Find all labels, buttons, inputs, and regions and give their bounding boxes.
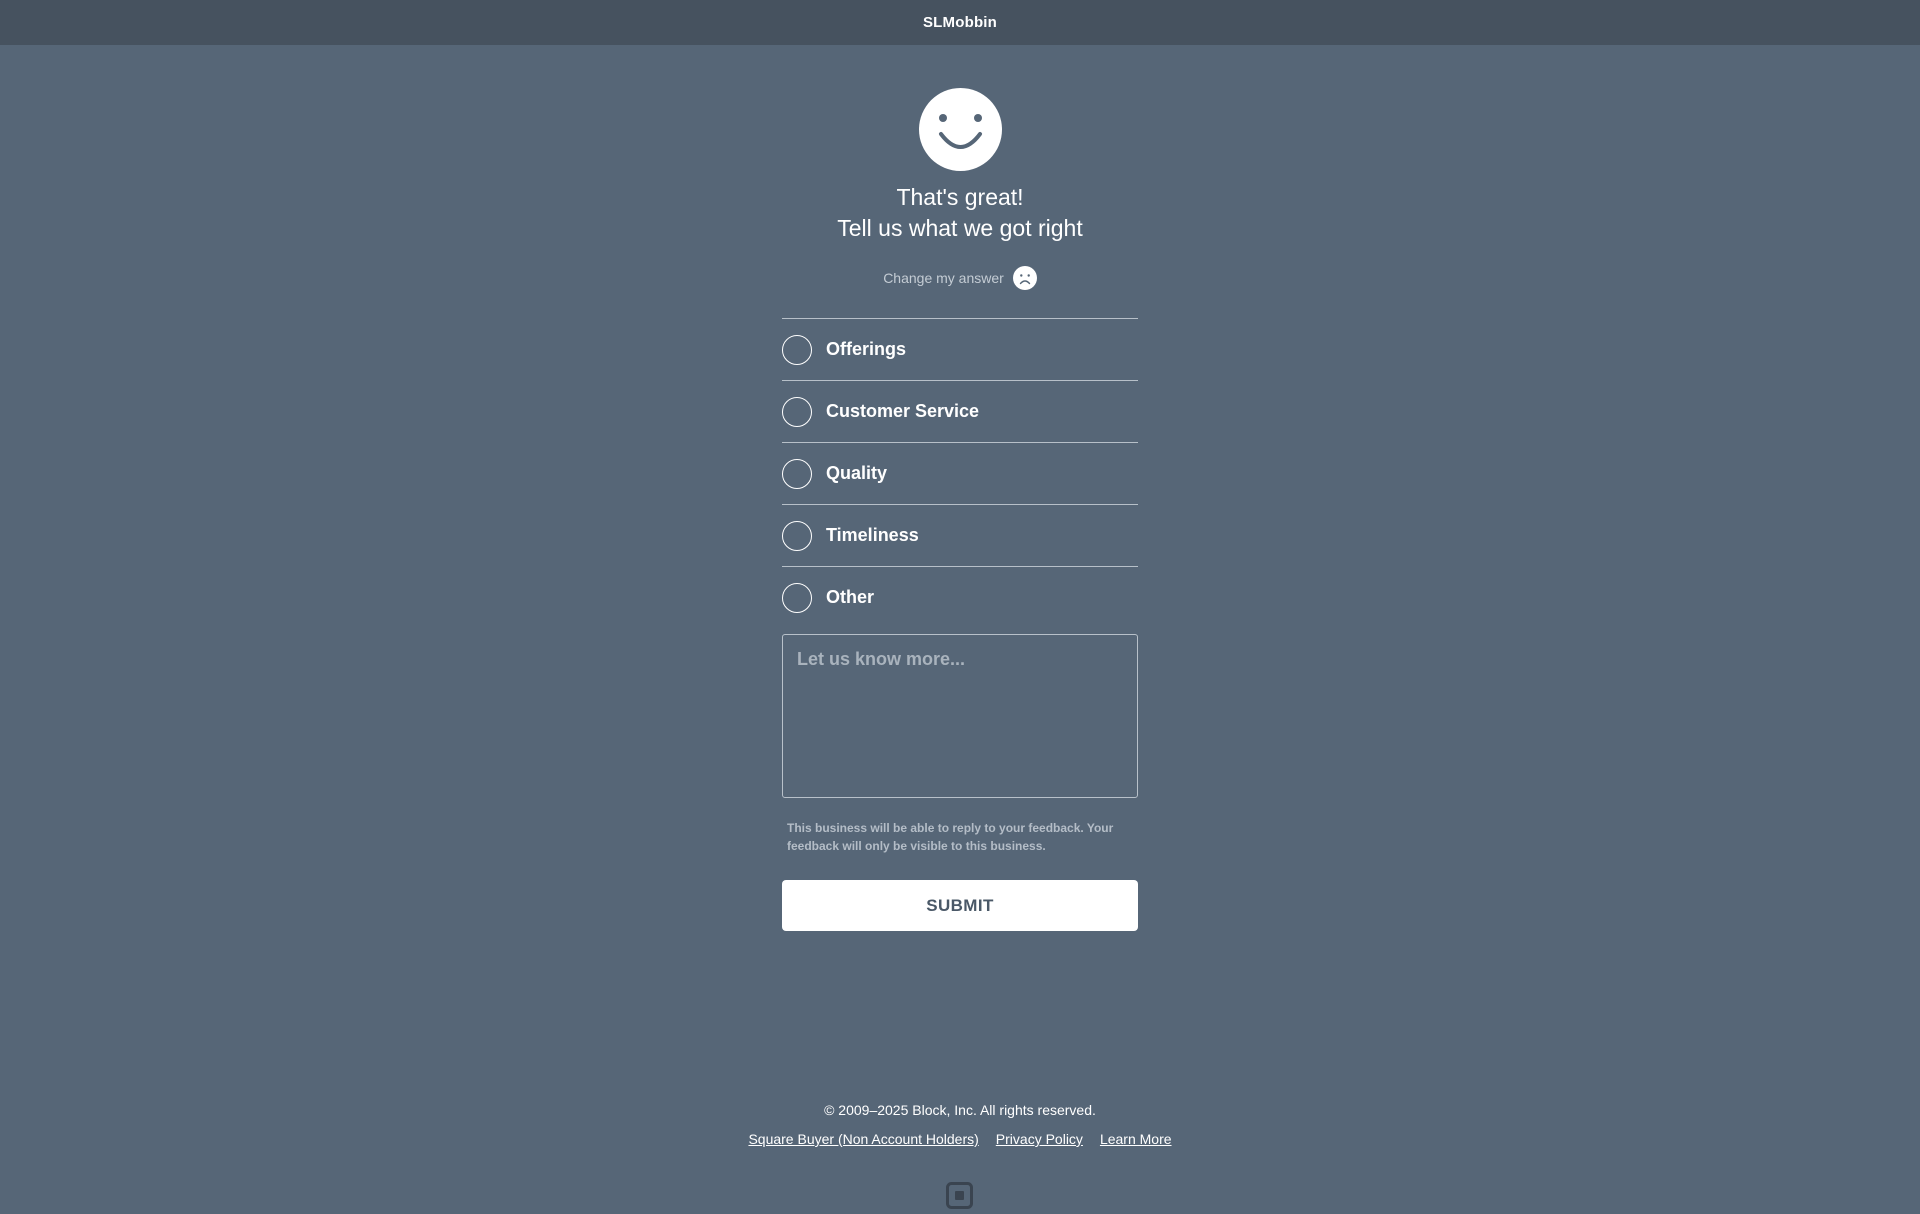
option-label: Offerings [826,339,907,359]
radio-button[interactable] [782,458,812,489]
option-label: Customer Service [826,401,980,421]
footer-links: Square Buyer (Non Account Holders) Priva… [0,1131,1920,1147]
headline: That's great! [896,184,1024,210]
square-buyer-link[interactable]: Square Buyer (Non Account Holders) [748,1131,978,1147]
subheadline: Tell us what we got right [837,215,1083,241]
feedback-options: Offerings Customer Service Quality Timel… [782,318,1138,628]
business-name: SLMobbin [922,14,998,31]
privacy-policy-link[interactable]: Privacy Policy [996,1131,1083,1147]
option-offerings[interactable]: Offerings [782,318,1138,380]
copyright: © 2009–2025 Block, Inc. All rights reser… [824,1102,1096,1118]
privacy-notice: This business will be able to reply to y… [787,821,1114,853]
change-answer-link[interactable]: Change my answer [0,264,1920,292]
option-quality[interactable]: Quality [782,442,1138,504]
submit-button[interactable]: SUBMIT [782,880,1138,931]
option-label: Quality [826,463,888,483]
option-label: Timeliness [826,525,919,545]
square-logo-icon [946,1182,973,1209]
option-label: Other [826,587,875,607]
change-answer-label: Change my answer [883,270,1004,286]
top-bar: SLMobbin [0,0,1920,45]
option-customer-service[interactable]: Customer Service [782,380,1138,442]
radio-button[interactable] [782,582,812,613]
smiley-face-icon [919,88,1002,171]
option-other[interactable]: Other [782,566,1138,628]
option-timeliness[interactable]: Timeliness [782,504,1138,566]
radio-button[interactable] [782,334,812,365]
radio-button[interactable] [782,520,812,551]
learn-more-link[interactable]: Learn More [1100,1131,1172,1147]
radio-button[interactable] [782,396,812,427]
frown-face-icon [1012,266,1037,290]
feedback-textarea[interactable] [782,634,1138,798]
